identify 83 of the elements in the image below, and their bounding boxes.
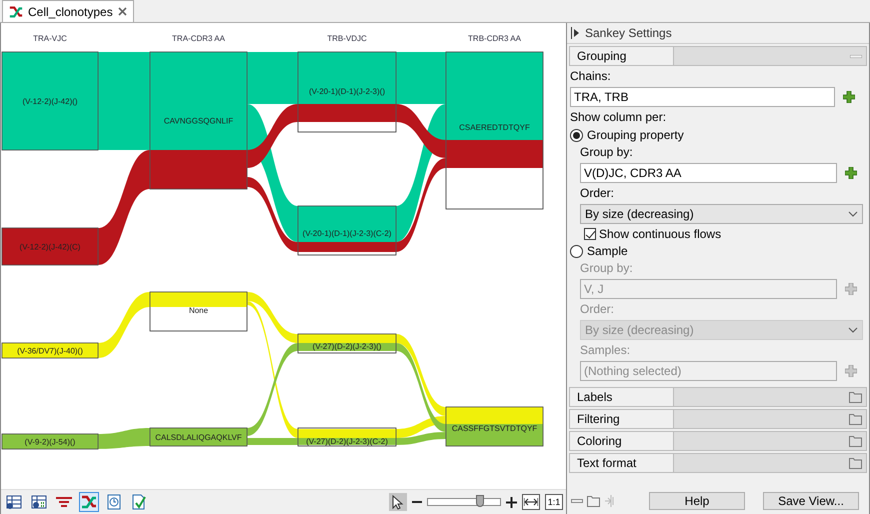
sankey-node[interactable] — [2, 52, 98, 150]
folder-icon[interactable] — [849, 436, 862, 446]
field-label: Group by: — [580, 145, 634, 160]
sankey-node[interactable] — [2, 228, 98, 266]
view-tool-button[interactable] — [79, 492, 99, 512]
node-label: (V-20-1)(D-1)(J-2-3)(C-2) — [302, 229, 392, 238]
node-label: (V-12-2)(J-42)() — [22, 97, 78, 106]
section-header[interactable]: Coloring — [569, 431, 867, 451]
flow-band — [98, 292, 150, 358]
sankey-icon — [9, 4, 23, 18]
collapse-panel-icon[interactable] — [571, 27, 580, 39]
sankey-icon — [81, 494, 97, 510]
collapse-all-icon[interactable] — [571, 499, 583, 503]
node-label: CAVNGGSQGNLIF — [164, 116, 234, 126]
checkbox-label[interactable]: Show continuous flows — [599, 227, 722, 241]
field-label: Order: — [580, 186, 616, 201]
section-header[interactable]: Filtering — [569, 409, 867, 429]
radio-button[interactable] — [570, 128, 583, 142]
node-label: (V-27)(D-2)(J-2-3)(C-2) — [306, 437, 388, 446]
input-field[interactable]: TRA, TRB — [570, 87, 835, 107]
column-header: TRB-VDJC — [327, 34, 367, 43]
table-settings-icon — [31, 494, 47, 510]
node-label: None — [188, 306, 208, 315]
node-label: (V-27)(D-2)(J-2-3)() — [312, 342, 382, 351]
sankey-node[interactable] — [298, 334, 396, 354]
panel-button[interactable]: Save View... — [763, 492, 859, 510]
document-check-icon — [131, 494, 147, 510]
panel-button[interactable]: Help — [649, 492, 745, 510]
flow-band — [247, 104, 298, 168]
chevron-down-icon — [848, 327, 858, 333]
chevron-down-icon — [848, 211, 858, 217]
section-header[interactable]: Text format — [569, 453, 867, 473]
sankey-node[interactable] — [150, 292, 248, 332]
zoom-in-icon[interactable] — [506, 496, 517, 508]
order-dropdown[interactable]: By size (decreasing) — [580, 204, 863, 224]
slider-thumb[interactable] — [476, 495, 484, 507]
field-label: Order: — [580, 302, 616, 317]
folder-icon[interactable] — [849, 458, 862, 468]
folder-icon[interactable] — [587, 496, 600, 506]
checkbox[interactable] — [584, 228, 596, 240]
flow-band — [98, 428, 150, 449]
close-icon[interactable] — [118, 7, 127, 16]
sankey-node[interactable] — [2, 342, 98, 358]
panel-title: Sankey Settings — [585, 26, 672, 40]
flow-band — [247, 438, 298, 445]
folder-icon[interactable] — [849, 392, 862, 402]
column-header: TRB-CDR3 AA — [468, 34, 521, 43]
node-label: (V-20-1)(D-1)(J-2-3)() — [309, 87, 385, 96]
table-icon — [6, 494, 22, 510]
column-header: TRA-CDR3 AA — [172, 34, 225, 43]
sankey-node[interactable] — [150, 52, 248, 190]
input-field[interactable]: V(D)JC, CDR3 AA — [580, 163, 837, 183]
section-header[interactable]: Grouping — [569, 46, 867, 66]
node-label: CSAEREDTDTQYF — [459, 123, 530, 132]
clock-icon — [106, 494, 122, 510]
node-label: CASSFFGTSVTDTQYF — [452, 424, 538, 433]
add-icon[interactable] — [843, 91, 855, 103]
filter-lines-icon — [56, 494, 72, 510]
sankey-node[interactable] — [446, 406, 544, 446]
document-tab[interactable]: Cell_clonotypes — [2, 0, 134, 22]
sankey-node[interactable] — [298, 206, 396, 256]
column-header: TRA-VJC — [33, 34, 67, 43]
sankey-node[interactable] — [298, 52, 396, 132]
field-label: Samples: — [580, 343, 632, 358]
field-label: Group by: — [580, 261, 634, 276]
node-label: (V-9-2)(J-54)() — [24, 438, 76, 446]
section-header[interactable]: Labels — [569, 387, 867, 407]
sankey-node[interactable] — [2, 434, 98, 450]
zoom-slider[interactable] — [427, 498, 501, 506]
node-label: CALSDLALIQGAQKLVF — [155, 433, 242, 442]
actual-size-button[interactable]: 1:1 — [545, 494, 563, 510]
pointer-tool-button[interactable] — [389, 493, 407, 511]
add-icon[interactable] — [845, 167, 857, 179]
field-label: Chains: — [570, 69, 612, 84]
sankey-node[interactable] — [446, 52, 544, 210]
sankey-node[interactable] — [150, 428, 248, 446]
node-label: (V-36/DV7)(J-40)() — [17, 346, 83, 356]
folder-icon[interactable] — [849, 414, 862, 424]
fit-width-button[interactable] — [522, 494, 540, 510]
field-label: Show column per: — [570, 110, 668, 125]
sankey-node[interactable] — [298, 428, 396, 446]
radio-label[interactable]: Grouping property — [587, 128, 684, 142]
node-label: (V-12-2)(J-42)(C) — [20, 242, 80, 252]
